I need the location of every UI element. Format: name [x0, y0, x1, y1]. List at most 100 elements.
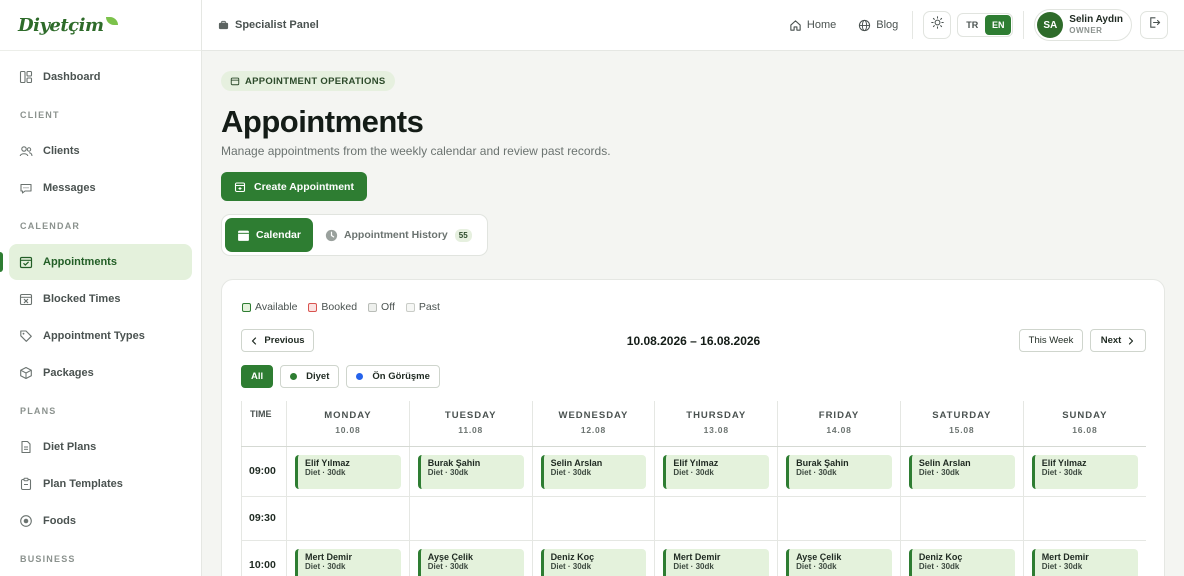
- sidebar-item-blocked-times[interactable]: Blocked Times: [9, 281, 192, 317]
- this-week-button[interactable]: This Week: [1019, 329, 1083, 352]
- sidebar-item-plan-templates[interactable]: Plan Templates: [9, 466, 192, 502]
- logo[interactable]: Diyetçim: [0, 0, 201, 51]
- filter-n-grme[interactable]: Ön Görüşme: [346, 365, 440, 388]
- user-menu[interactable]: SA Selin Aydın OWNER: [1034, 9, 1132, 41]
- next-week-button[interactable]: Next: [1090, 329, 1146, 352]
- day-date: 15.08: [949, 425, 975, 435]
- calendar-slot[interactable]: [1023, 496, 1146, 541]
- appointment-card[interactable]: Elif Yılmaz Diet · 30dk: [663, 454, 770, 489]
- appointment-meta: Diet · 30dk: [305, 468, 346, 478]
- sidebar-item-appointment-types[interactable]: Appointment Types: [9, 318, 192, 354]
- language-en-button[interactable]: EN: [985, 15, 1012, 35]
- legend-label: Past: [418, 301, 440, 313]
- sidebar-item-packages[interactable]: Packages: [9, 355, 192, 391]
- appointment-card[interactable]: Selin Arslan Diet · 30dk: [540, 454, 647, 489]
- calendar-slot[interactable]: Mert Demir Diet · 30dk: [654, 540, 779, 576]
- calendar-slot[interactable]: [777, 496, 901, 541]
- sidebar-item-foods[interactable]: Foods: [9, 503, 192, 539]
- calendar-slot[interactable]: Deniz Koç Diet · 30dk: [532, 540, 656, 576]
- legend-item-past: Past: [405, 301, 440, 313]
- time-label: 09:30: [241, 496, 287, 541]
- appointment-card[interactable]: Mert Demir Diet · 30dk: [1031, 548, 1138, 576]
- sidebar-item-messages[interactable]: Messages: [9, 170, 192, 206]
- calendar-slot[interactable]: Mert Demir Diet · 30dk: [1023, 540, 1146, 576]
- filter-all[interactable]: All: [241, 365, 274, 388]
- sidebar-item-diet-plans[interactable]: Diet Plans: [9, 429, 192, 465]
- create-appointment-button[interactable]: Create Appointment: [221, 172, 367, 201]
- blog-link-label: Blog: [876, 19, 899, 31]
- blog-link[interactable]: Blog: [858, 19, 898, 32]
- appointment-client-name: Burak Şahin: [427, 457, 481, 468]
- sidebar-item-label: Appointment Types: [43, 330, 145, 342]
- appointment-client-name: Elif Yılmaz: [305, 457, 350, 468]
- clock-icon: [325, 229, 338, 242]
- appointment-meta: Diet · 30dk: [427, 468, 469, 478]
- appointment-card[interactable]: Ayşe Çelik Diet · 30dk: [417, 548, 524, 576]
- day-date: 16.08: [1072, 425, 1098, 435]
- calendar-slot[interactable]: Elif Yılmaz Diet · 30dk: [286, 446, 410, 497]
- calendar-slot[interactable]: [900, 496, 1024, 541]
- day-date: 12.08: [580, 425, 607, 435]
- appointment-card[interactable]: Ayşe Çelik Diet · 30dk: [786, 548, 892, 576]
- calendar-slot[interactable]: Ayşe Çelik Diet · 30dk: [777, 540, 901, 576]
- appointment-card[interactable]: Elif Yılmaz Diet · 30dk: [1031, 454, 1138, 489]
- sidebar-item-dashboard[interactable]: Dashboard: [9, 59, 192, 95]
- sidebar-section-label: CALENDAR: [20, 220, 81, 231]
- calendar-slot[interactable]: [654, 496, 779, 541]
- day-header-sunday: SUNDAY 16.08: [1023, 401, 1146, 447]
- food-icon: [19, 514, 33, 528]
- tab-appointment-history[interactable]: Appointment History 55: [313, 218, 484, 252]
- appointment-card[interactable]: Burak Şahin Diet · 30dk: [786, 454, 892, 489]
- calendar-slot[interactable]: Mert Demir Diet · 30dk: [286, 540, 410, 576]
- sidebar-item-clients[interactable]: Clients: [9, 133, 192, 169]
- leaf-icon: [105, 17, 118, 25]
- day-name: TUESDAY: [444, 410, 497, 421]
- appointment-card[interactable]: Mert Demir Diet · 30dk: [295, 548, 401, 576]
- view-tabs: Calendar Appointment History 55: [221, 214, 488, 256]
- appointment-card[interactable]: Elif Yılmaz Diet · 30dk: [295, 454, 401, 489]
- color-dot: [356, 373, 364, 380]
- calendar-plus-icon: [234, 181, 246, 193]
- globe-icon: [858, 19, 871, 32]
- appointment-meta: Diet · 30dk: [305, 562, 346, 572]
- appointment-card[interactable]: Deniz Koç Diet · 30dk: [540, 548, 647, 576]
- week-navigation: Previous 10.08.2026 – 16.08.2026 This We…: [241, 329, 1146, 353]
- appointment-card[interactable]: Selin Arslan Diet · 30dk: [908, 454, 1015, 489]
- calendar-slot[interactable]: [286, 496, 410, 541]
- day-name: FRIDAY: [818, 410, 860, 421]
- calendar-slot[interactable]: [532, 496, 656, 541]
- sun-icon: [931, 16, 944, 34]
- home-link[interactable]: Home: [789, 19, 836, 32]
- calendar-slot[interactable]: Elif Yılmaz Diet · 30dk: [654, 446, 779, 497]
- calendar-slot[interactable]: Ayşe Çelik Diet · 30dk: [409, 540, 533, 576]
- appointment-client-name: Burak Şahin: [796, 457, 849, 468]
- color-dot: [290, 373, 298, 380]
- day-date: 11.08: [458, 425, 484, 435]
- calendar-slot[interactable]: Selin Arslan Diet · 30dk: [900, 446, 1024, 497]
- legend-swatch: [368, 302, 378, 312]
- tab-calendar[interactable]: Calendar: [225, 218, 313, 252]
- appointment-card[interactable]: Deniz Koç Diet · 30dk: [908, 548, 1015, 576]
- calendar-slot[interactable]: [409, 496, 533, 541]
- legend-item-available: Available: [242, 301, 297, 313]
- main-content: APPOINTMENT OPERATIONS Appointments Mana…: [221, 51, 1165, 576]
- calendar-slot[interactable]: Burak Şahin Diet · 30dk: [777, 446, 901, 497]
- appointment-meta: Diet · 30dk: [796, 468, 837, 478]
- calendar-check-icon: [19, 255, 33, 269]
- calendar-slot[interactable]: Deniz Koç Diet · 30dk: [900, 540, 1024, 576]
- day-date: 14.08: [826, 425, 852, 435]
- calendar-slot[interactable]: Elif Yılmaz Diet · 30dk: [1023, 446, 1146, 497]
- appointment-card[interactable]: Burak Şahin Diet · 30dk: [417, 454, 524, 489]
- day-header-friday: FRIDAY 14.08: [777, 401, 901, 447]
- divider: [1023, 11, 1025, 39]
- logout-button[interactable]: [1140, 11, 1168, 39]
- appointment-card[interactable]: Mert Demir Diet · 30dk: [663, 548, 770, 576]
- theme-toggle-button[interactable]: [923, 11, 952, 39]
- language-tr-button[interactable]: TR: [959, 15, 985, 35]
- appointment-client-name: Deniz Koç: [550, 551, 595, 562]
- sidebar-item-appointments[interactable]: Appointments: [0, 244, 192, 280]
- calendar-slot[interactable]: Selin Arslan Diet · 30dk: [532, 446, 656, 497]
- filter-diyet[interactable]: Diyet: [280, 365, 340, 388]
- sidebar-item-label: Plan Templates: [43, 478, 123, 490]
- calendar-slot[interactable]: Burak Şahin Diet · 30dk: [409, 446, 533, 497]
